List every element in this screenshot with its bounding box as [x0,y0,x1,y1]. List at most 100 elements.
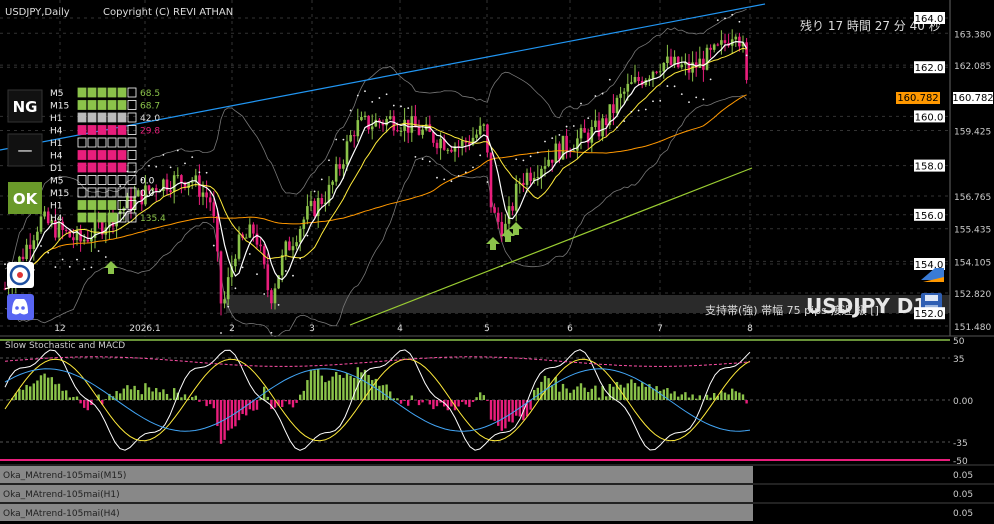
candle-body [601,118,604,137]
macd-histogram-bar [29,386,32,400]
macd-histogram-bar [705,394,709,400]
sar-dot [623,120,626,123]
sar-dot [400,105,402,108]
sar-dot [248,253,251,255]
macd-histogram-bar [641,382,644,400]
macd-histogram-bar [198,400,201,402]
discord-icon[interactable] [7,294,34,320]
strength-cell [97,100,107,110]
sar-dot [47,251,50,254]
sar-dot [212,244,215,247]
candle-body [435,142,439,149]
strength-cell [107,162,117,173]
sar-dot [371,100,374,103]
candle-body [446,149,450,151]
macd-histogram-bar [7,399,10,400]
candle-body [579,128,583,139]
candle-body [57,221,61,238]
candle-body [565,135,568,152]
strength-timeframe-label: H1 [50,114,63,124]
macd-histogram-bar [673,391,676,400]
macd-histogram-bar [47,377,50,400]
candle-body [313,200,316,217]
macd-histogram-bar [644,386,647,400]
macd-histogram-bar [482,395,485,400]
candle-body [388,116,392,119]
candle-body [288,241,291,251]
candle-body [302,219,306,229]
ma-trend-value: 0.05 [953,471,973,481]
macd-histogram-bar [698,395,701,400]
price-tick-label: 163.380 [954,30,991,40]
strength-cell [117,100,127,110]
candle-body [543,166,547,169]
sar-dot [97,250,100,252]
strength-cell [77,125,87,135]
candle-body [198,175,201,197]
macd-histogram-bar [216,400,219,427]
macd-histogram-bar [129,389,133,400]
sar-dot [76,258,78,261]
sar-dot [464,171,467,174]
symbol-title: USDJPY,Daily [5,7,70,18]
sar-dot [342,138,345,141]
macd-histogram-bar [457,400,460,407]
macd-histogram-bar [39,375,43,400]
sar-dot [385,93,388,96]
macd-histogram-bar [169,398,172,400]
macd-histogram-bar [309,369,313,400]
candle-body [356,120,360,137]
macd-histogram-bar [155,388,158,400]
candle-body [219,251,223,304]
candle-body [25,244,28,260]
candle-body [86,239,90,242]
strength-timeframe-label: M5 [50,89,64,99]
date-tick-label: 4 [397,324,403,334]
macd-histogram-bar [738,392,741,400]
price-tick-label: 155.435 [954,226,991,236]
sar-dot [392,104,395,107]
strength-value: 0.0 [140,177,155,187]
strength-cell [107,125,117,135]
sar-dot [616,126,618,129]
sar-dot [695,96,698,99]
candle-body [734,36,738,40]
macd-histogram-bar [734,391,737,400]
sar-dot [551,137,554,140]
candle-body [320,198,324,205]
sar-dot [40,245,42,247]
sar-dot [335,138,338,141]
candle-body [208,197,212,203]
macd-histogram-bar [630,379,633,400]
candle-body [554,143,558,163]
chart-terminal[interactable]: USDJPY,Daily Copyright (C) REVI ATHAN 残り… [0,0,994,524]
candle-body [244,237,248,239]
macd-histogram-bar [43,373,46,400]
macd-histogram-bar [140,394,143,400]
macd-histogram-bar [241,400,244,415]
candle-body [306,206,309,220]
strength-cell [97,150,107,160]
macd-histogram-bar [435,400,439,407]
candle-body [514,183,518,211]
macd-histogram-bar [396,398,399,400]
candle-body [604,118,608,126]
macd-histogram-bar [65,390,68,400]
copyright-label: Copyright (C) REVI ATHAN [103,7,233,18]
candle-body [417,127,421,135]
strength-value: 42.0 [140,114,160,124]
sar-dot [536,151,539,154]
sar-dot [745,54,748,57]
macd-histogram-bar [507,400,511,422]
macd-histogram-bar [79,400,82,404]
candle-body [342,164,345,169]
strength-timeframe-label: D1 [50,164,63,174]
sar-dot [688,101,690,104]
macd-histogram-bar [515,400,518,416]
candle-body [658,71,662,73]
sar-dot [637,109,640,112]
target-icon[interactable] [7,262,34,288]
macd-histogram-bar [432,400,435,410]
sar-dot [313,190,316,193]
oscillator-panel[interactable]: Slow Stochastic and MACD 50350.00-35-50 [0,335,994,467]
